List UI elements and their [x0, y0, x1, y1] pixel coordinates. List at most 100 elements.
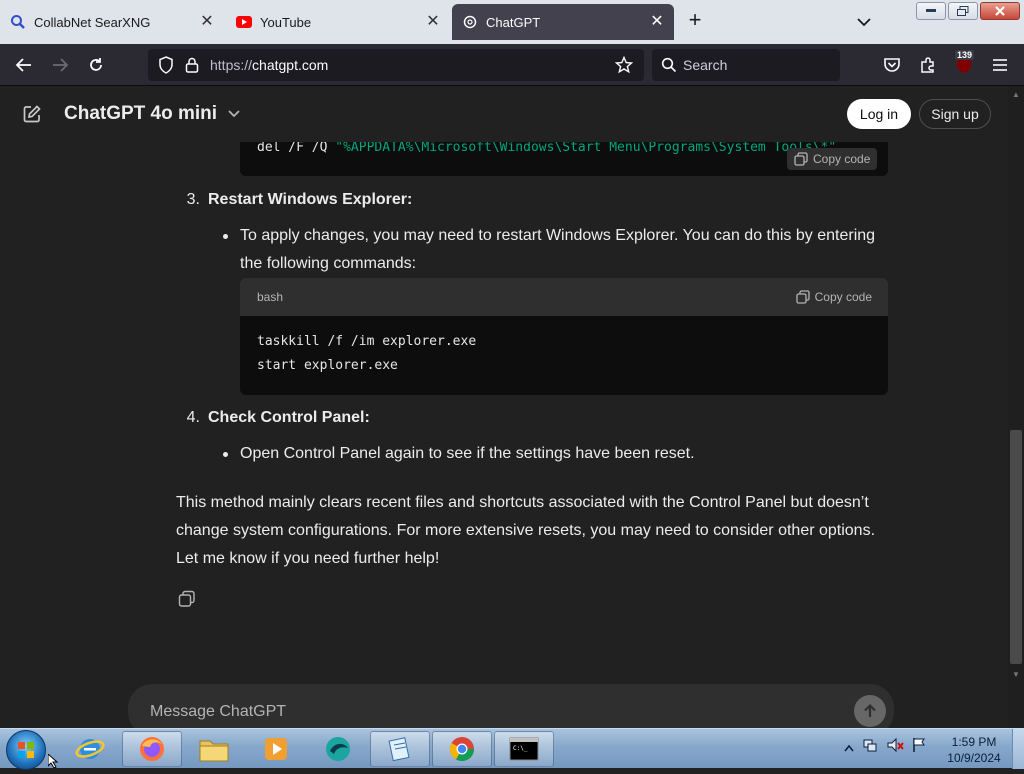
scrollbar-thumb[interactable] — [1010, 430, 1022, 664]
send-button[interactable] — [854, 695, 886, 727]
bookmark-star-icon[interactable] — [614, 55, 634, 75]
list-item-bullet: To apply changes, you may need to restar… — [223, 222, 900, 278]
action-center-flag-icon[interactable] — [912, 737, 926, 758]
close-tab-icon[interactable]: ✕ — [198, 13, 216, 31]
new-chat-edit-icon[interactable] — [22, 104, 42, 124]
search-icon — [659, 55, 679, 75]
close-tab-icon[interactable]: ✕ — [424, 13, 442, 31]
copy-code-label: Copy code — [813, 152, 871, 166]
model-selector[interactable]: ChatGPT 4o mini — [64, 103, 240, 125]
list-item-step-3: 3. Restart Windows Explorer: — [176, 191, 413, 209]
bullet-line: Open Control Panel again to see if the s… — [240, 445, 695, 462]
search-icon — [10, 14, 26, 30]
scroll-down-arrow[interactable]: ▼ — [1012, 670, 1020, 679]
media-player-taskbar-icon[interactable] — [246, 731, 306, 767]
chat-message-area: del /F /Q "%APPDATA%\Microsoft\Windows\S… — [0, 86, 1008, 728]
command-prompt-taskbar-icon[interactable]: C:\_ — [494, 731, 554, 767]
code-block: bash Copy code taskkill /f /im explorer.… — [240, 278, 888, 395]
copy-code-button[interactable]: Copy code — [795, 290, 872, 304]
clock-date: 10/9/2024 — [947, 751, 1001, 765]
close-tab-icon[interactable]: ✕ — [648, 13, 666, 31]
pocket-icon[interactable] — [882, 55, 902, 75]
paragraph-line: This method mainly clears recent files a… — [176, 494, 869, 511]
code-line: start explorer.exe — [257, 358, 398, 373]
login-button[interactable]: Log in — [847, 99, 911, 129]
url-text: https://chatgpt.com — [210, 57, 329, 73]
notepad-taskbar-icon[interactable] — [370, 731, 430, 767]
step-number: 4. — [186, 409, 200, 426]
step-title: Check Control Panel: — [208, 409, 370, 426]
tab-collabnet-searxng[interactable]: CollabNet SearXNG ✕ — [0, 4, 224, 40]
chat-header: ChatGPT 4o mini Log in Sign up — [0, 86, 1008, 142]
step-title: Restart Windows Explorer: — [208, 191, 413, 208]
internet-explorer-taskbar-icon[interactable] — [60, 731, 120, 767]
arrow-up-icon — [864, 703, 876, 717]
svg-text:C:\_: C:\_ — [513, 745, 528, 752]
show-hidden-icons-icon[interactable] — [844, 739, 854, 757]
extensions-puzzle-icon[interactable] — [918, 55, 938, 75]
tab-chatgpt[interactable]: ChatGPT ✕ — [452, 4, 674, 40]
taskbar-clock[interactable]: 1:59 PM 10/9/2024 — [944, 734, 1004, 766]
paragraph-line: Let me know if you need further help! — [176, 550, 440, 567]
copy-code-button[interactable]: Copy code — [787, 148, 878, 170]
tab-label: ChatGPT — [486, 14, 541, 30]
back-arrow-icon[interactable] — [14, 55, 34, 75]
chrome-taskbar-icon[interactable] — [432, 731, 492, 767]
code-line: del /F /Q "%APPDATA%\Microsoft\Windows\S… — [257, 140, 837, 155]
address-bar[interactable]: https://chatgpt.com — [148, 49, 644, 81]
windows-logo-icon — [18, 742, 34, 758]
message-input-placeholder: Message ChatGPT — [150, 703, 287, 720]
youtube-icon — [236, 14, 252, 30]
app-taskbar-icon[interactable] — [308, 731, 368, 767]
system-tray — [844, 737, 926, 758]
restore-window-button[interactable] — [948, 2, 978, 20]
firefox-taskbar-icon[interactable] — [122, 731, 182, 767]
reload-icon[interactable] — [86, 55, 106, 75]
list-item-bullet: Open Control Panel again to see if the s… — [223, 440, 900, 468]
paragraph-line: change system configurations. For more e… — [176, 522, 876, 539]
forward-arrow-icon[interactable] — [50, 55, 70, 75]
model-name: ChatGPT 4o mini — [64, 103, 218, 124]
volume-muted-icon[interactable] — [886, 737, 904, 758]
start-button[interactable] — [6, 730, 46, 770]
new-tab-plus-icon[interactable]: + — [684, 9, 706, 32]
shield-icon[interactable] — [156, 55, 176, 75]
tab-label: YouTube — [260, 14, 312, 30]
scroll-up-arrow[interactable]: ▲ — [1012, 90, 1020, 99]
openai-logo-icon — [462, 14, 478, 30]
hamburger-menu-icon[interactable] — [990, 55, 1010, 75]
bullet-line: the following commands: — [240, 255, 417, 272]
tab-label: CollabNet SearXNG — [34, 14, 151, 30]
copy-icon — [794, 152, 808, 166]
chevron-down-icon[interactable] — [854, 12, 874, 32]
browser-toolbar: https://chatgpt.com Search 139 — [0, 44, 1024, 86]
signup-button[interactable]: Sign up — [919, 99, 991, 129]
search-placeholder: Search — [683, 57, 728, 73]
step-number: 3. — [186, 191, 200, 208]
network-icon[interactable] — [862, 737, 878, 758]
list-item-step-4: 4. Check Control Panel: — [176, 409, 370, 427]
page-scrollbar[interactable]: ▲ ▼ — [1008, 86, 1024, 728]
window-controls — [916, 2, 1020, 20]
show-desktop-button[interactable] — [1012, 729, 1024, 769]
copy-message-icon[interactable] — [178, 590, 196, 608]
clock-time: 1:59 PM — [951, 735, 997, 749]
bullet-line: To apply changes, you may need to restar… — [240, 227, 876, 244]
code-block-header: bash Copy code — [240, 278, 888, 316]
code-language-label: bash — [257, 290, 284, 304]
lock-icon[interactable] — [182, 55, 202, 75]
browser-tab-strip: CollabNet SearXNG ✕ YouTube ✕ ChatGPT ✕ … — [0, 0, 1024, 44]
mouse-cursor-icon — [47, 752, 60, 769]
extension-badge-count: 139 — [955, 50, 975, 60]
closing-paragraph: This method mainly clears recent files a… — [176, 489, 876, 573]
chevron-down-icon — [228, 110, 240, 118]
copy-icon — [795, 290, 810, 304]
file-explorer-taskbar-icon[interactable] — [184, 731, 244, 767]
copy-code-label: Copy code — [814, 290, 872, 304]
windows-taskbar: C:\_ 1:59 PM 10/9/2024 — [0, 728, 1024, 770]
close-window-button[interactable] — [980, 2, 1020, 20]
minimize-window-button[interactable] — [916, 2, 946, 20]
tab-youtube[interactable]: YouTube ✕ — [226, 4, 450, 40]
search-input[interactable]: Search — [652, 49, 840, 81]
code-line: taskkill /f /im explorer.exe — [257, 334, 477, 349]
